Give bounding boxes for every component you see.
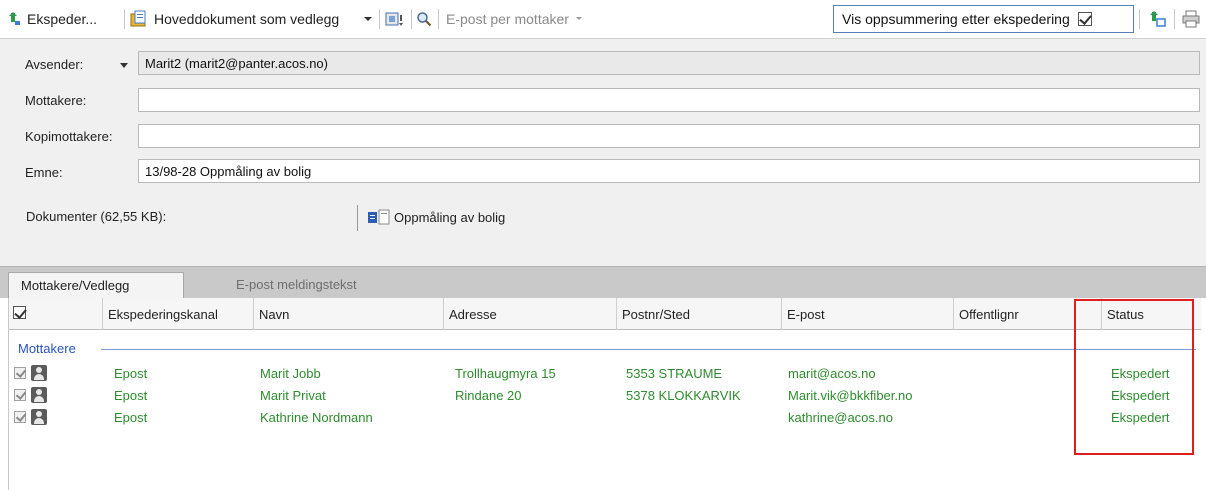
toolbar-separator (1139, 9, 1140, 29)
send-icon (9, 12, 20, 25)
hoveddokument-button[interactable]: Hoveddokument som vedlegg (130, 10, 339, 28)
cell-epost: Marit.vik@bkkfiber.no (788, 388, 913, 403)
search-icon (417, 12, 432, 27)
table-row[interactable]: Epost Marit Jobb Trollhaugmyra 15 5353 S… (9, 364, 1201, 384)
table-row[interactable]: Epost Kathrine Nordmann kathrine@acos.no… (9, 408, 1201, 428)
emne-field[interactable]: 13/98-28 Oppmåling av bolig (138, 159, 1200, 183)
emne-label: Emne: (25, 165, 63, 180)
cell-kanal: Epost (114, 366, 148, 381)
cell-navn: Marit Jobb (260, 366, 321, 381)
cell-kanal: Epost (114, 410, 148, 425)
chevron-down-icon (575, 17, 582, 20)
column-header-postnr-sted[interactable]: Postnr/Sted (616, 298, 781, 330)
table-row[interactable]: Epost Marit Privat Rindane 20 5378 KLOKK… (9, 386, 1201, 406)
ekspeder-button[interactable]: Ekspeder... (6, 10, 97, 28)
document-name: Oppmåling av bolig (394, 209, 506, 225)
cell-epost: marit@acos.no (788, 366, 876, 381)
cell-navn: Marit Privat (260, 388, 326, 403)
cell-postnr-sted: 5353 STRAUME (626, 366, 723, 381)
person-icon (31, 387, 47, 403)
toolbar-separator (1174, 9, 1175, 29)
toolbar-separator (411, 9, 412, 29)
toolbar: Ekspeder... Hoveddokument som vedlegg E-… (0, 0, 1206, 38)
tab-epost-meldingstekst[interactable]: E-post meldingstekst (224, 272, 369, 299)
person-icon (31, 409, 47, 425)
column-header-epost[interactable]: E-post (781, 298, 953, 330)
chevron-down-icon (364, 17, 372, 21)
group-divider (101, 349, 1196, 350)
summary-checkbox-field[interactable]: Vis oppsummering etter ekspedering (833, 5, 1134, 33)
send-options-icon (1150, 11, 1166, 27)
grid-header: Ekspederingskanal Navn Adresse Postnr/St… (9, 298, 1201, 330)
column-header-offentlignr[interactable]: Offentlignr (953, 298, 1101, 330)
tab-bar: Mottakere/Vedlegg E-post meldingstekst (0, 266, 1206, 299)
document-attachment-icon (130, 10, 146, 27)
cell-status: Ekspedert (1111, 366, 1170, 381)
attach-dropdown-button[interactable] (385, 10, 407, 28)
column-header-status[interactable]: Status (1101, 298, 1201, 330)
hoveddokument-dropdown[interactable] (363, 10, 373, 28)
avsender-label: Avsender: (25, 57, 84, 72)
toolbar-separator (379, 9, 380, 29)
printer-icon (1182, 10, 1200, 28)
row-checkbox[interactable] (14, 367, 26, 379)
dokumenter-label: Dokumenter (62,55 KB): (26, 209, 167, 224)
cell-adresse: Trollhaugmyra 15 (455, 366, 556, 381)
cell-navn: Kathrine Nordmann (260, 410, 373, 425)
cell-postnr-sted: 5378 KLOKKARVIK (626, 388, 741, 403)
kopimottakere-field[interactable] (138, 124, 1200, 148)
avsender-field[interactable]: Marit2 (marit2@panter.acos.no) (138, 51, 1200, 75)
summary-label: Vis oppsummering etter ekspedering (842, 11, 1070, 27)
row-checkbox[interactable] (14, 411, 26, 423)
search-button[interactable] (416, 10, 432, 28)
cell-status: Ekspedert (1111, 388, 1170, 403)
recipients-grid: Ekspederingskanal Navn Adresse Postnr/St… (8, 298, 1201, 490)
group-label-mottakere: Mottakere (18, 341, 76, 356)
toolbar-separator (438, 9, 439, 29)
epost-per-mottaker-label: E-post per mottaker (446, 11, 569, 27)
column-header-navn[interactable]: Navn (253, 298, 443, 330)
tab-mottakere-vedlegg[interactable]: Mottakere/Vedlegg (8, 272, 184, 299)
document-item[interactable]: Oppmåling av bolig (367, 209, 505, 225)
word-document-icon (368, 209, 390, 225)
person-icon (31, 365, 47, 381)
toolbar-separator (124, 9, 125, 29)
attach-icon (385, 12, 403, 26)
print-button[interactable] (1182, 10, 1200, 28)
row-checkbox[interactable] (14, 389, 26, 401)
mottakere-field[interactable] (138, 88, 1200, 112)
kopimottakere-label: Kopimottakere: (25, 129, 113, 144)
cell-epost: kathrine@acos.no (788, 410, 893, 425)
cell-kanal: Epost (114, 388, 148, 403)
summary-checkbox[interactable] (1077, 12, 1092, 26)
mottakere-label: Mottakere: (25, 93, 87, 108)
column-header-ekspederingskanal[interactable]: Ekspederingskanal (102, 298, 253, 330)
column-header-adresse[interactable]: Adresse (443, 298, 616, 330)
select-all-checkbox[interactable] (13, 306, 26, 322)
avsender-dropdown-icon[interactable] (120, 63, 128, 68)
cell-adresse: Rindane 20 (455, 388, 522, 403)
send-options-button[interactable] (1148, 10, 1168, 28)
epost-per-mottaker-button[interactable]: E-post per mottaker (446, 10, 584, 28)
message-header-form: Avsender: Marit2 (marit2@panter.acos.no)… (0, 38, 1206, 266)
cell-status: Ekspedert (1111, 410, 1170, 425)
document-divider (357, 205, 358, 231)
hoveddokument-label: Hoveddokument som vedlegg (154, 11, 340, 27)
ekspeder-label: Ekspeder... (27, 11, 98, 27)
